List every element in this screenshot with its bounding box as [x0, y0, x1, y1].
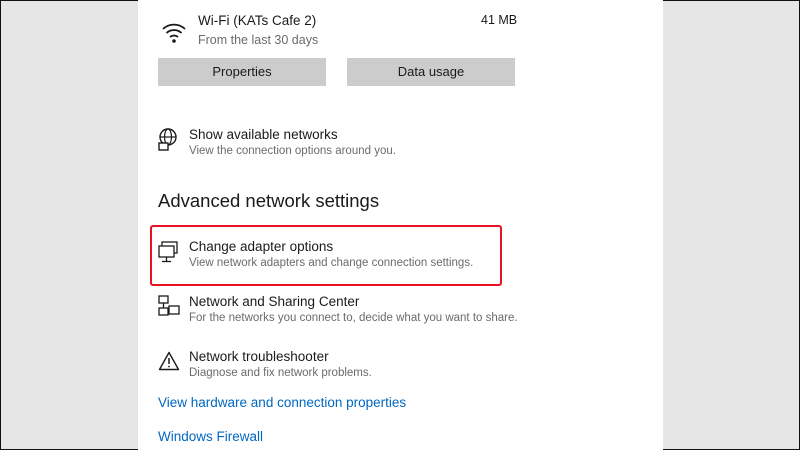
- troubleshooter-subtitle: Diagnose and fix network problems.: [189, 367, 372, 379]
- show-networks-subtitle: View the connection options around you.: [189, 145, 396, 157]
- sharing-center-title: Network and Sharing Center: [189, 294, 360, 309]
- network-sharing-center-item[interactable]: Network and Sharing Center For the netwo…: [158, 294, 518, 328]
- network-globe-icon: [158, 128, 180, 152]
- troubleshooter-title: Network troubleshooter: [189, 349, 329, 364]
- windows-firewall-link[interactable]: Windows Firewall: [158, 429, 263, 444]
- wifi-data-usage: 41 MB: [481, 13, 518, 27]
- change-adapter-options-item[interactable]: Change adapter options View network adap…: [158, 239, 498, 273]
- properties-button[interactable]: Properties: [158, 58, 326, 86]
- network-troubleshooter-item[interactable]: Network troubleshooter Diagnose and fix …: [158, 349, 518, 383]
- adapter-options-subtitle: View network adapters and change connect…: [189, 257, 474, 269]
- show-available-networks-item[interactable]: Show available networks View the connect…: [158, 127, 518, 163]
- adapter-options-title: Change adapter options: [189, 239, 334, 254]
- wifi-network-name: Wi-Fi (KATs Cafe 2): [198, 13, 317, 28]
- wifi-signal-icon: [160, 18, 188, 46]
- view-hardware-properties-link[interactable]: View hardware and connection properties: [158, 395, 406, 410]
- monitor-adapter-icon: [158, 241, 180, 263]
- data-usage-button[interactable]: Data usage: [347, 58, 515, 86]
- warning-triangle-icon: [158, 351, 180, 371]
- advanced-network-settings-heading: Advanced network settings: [158, 190, 380, 211]
- show-networks-title: Show available networks: [189, 127, 338, 142]
- sharing-center-icon: [158, 295, 180, 319]
- sharing-center-subtitle: For the networks you connect to, decide …: [189, 312, 518, 324]
- wifi-usage-period: From the last 30 days: [198, 33, 319, 47]
